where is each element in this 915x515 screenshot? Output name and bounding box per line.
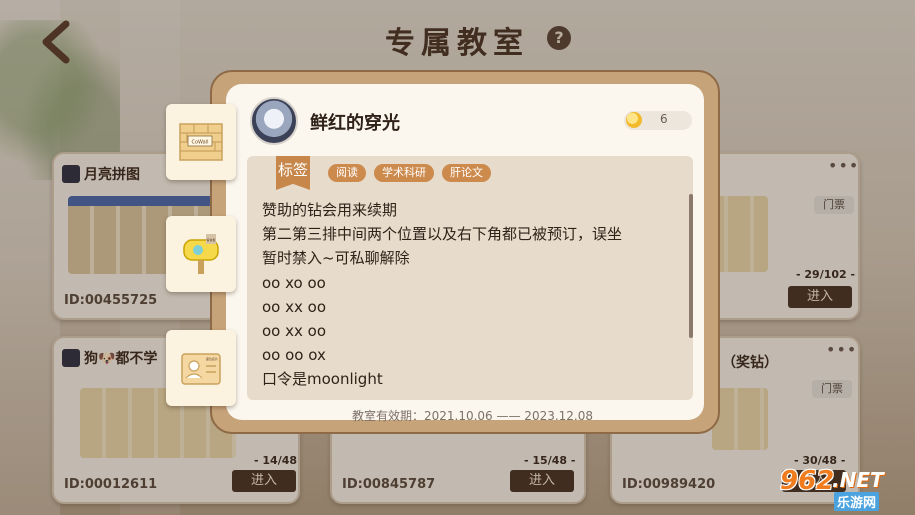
watermark-number: 962 [780, 466, 835, 496]
description-line: 赞助的钻会用来续期 [262, 201, 398, 219]
tag: 学术科研 [374, 164, 434, 182]
coin-value: 6 [660, 112, 668, 126]
cowall-tab[interactable]: CoWall [166, 104, 236, 180]
watermark-net: .NET [832, 468, 884, 492]
tag-list: 阅读 学术科研 肝论文 [328, 164, 491, 182]
id-card-icon: 座位名片 [181, 353, 221, 385]
description-line: oo xx oo [262, 322, 326, 341]
description-line: oo oo ox [262, 346, 326, 365]
tag: 肝论文 [442, 164, 491, 182]
tag: 阅读 [328, 164, 366, 182]
description-line: 暂时禁入~可私聊解除 [262, 249, 410, 268]
message-board-tab[interactable]: 留言板 [166, 216, 236, 292]
user-name: 鲜红的穿光 [310, 113, 400, 134]
coin-icon [626, 112, 642, 128]
seat-card-tab[interactable]: 座位名片 [166, 330, 236, 406]
brick-wall-icon: CoWall [179, 123, 223, 161]
user-avatar[interactable] [250, 97, 298, 145]
message-board-label: 留言板 [206, 237, 215, 242]
description-line: 第二第三排中间两个位置以及右下角都已被预订，误坐 [262, 225, 623, 244]
description-line: oo xo oo [262, 273, 326, 292]
seat-card-label: 座位名片 [206, 356, 218, 361]
description-text: 赞助的钻会用来续期 第二第三排中间两个位置以及右下角都已被预订，误坐 暂时禁入~… [262, 198, 687, 392]
watermark-site-name: 乐游网 [834, 492, 880, 511]
validity-period: 教室有效期：2021.10.06 —— 2023.12.08 [351, 409, 594, 423]
description-line: oo xx oo [262, 297, 326, 316]
description-line: 口令是moonlight [262, 370, 383, 389]
mailbox-icon: 留言板 [183, 234, 219, 274]
cowall-label: CoWall [191, 140, 208, 146]
description-scrollbar[interactable] [689, 194, 693, 338]
